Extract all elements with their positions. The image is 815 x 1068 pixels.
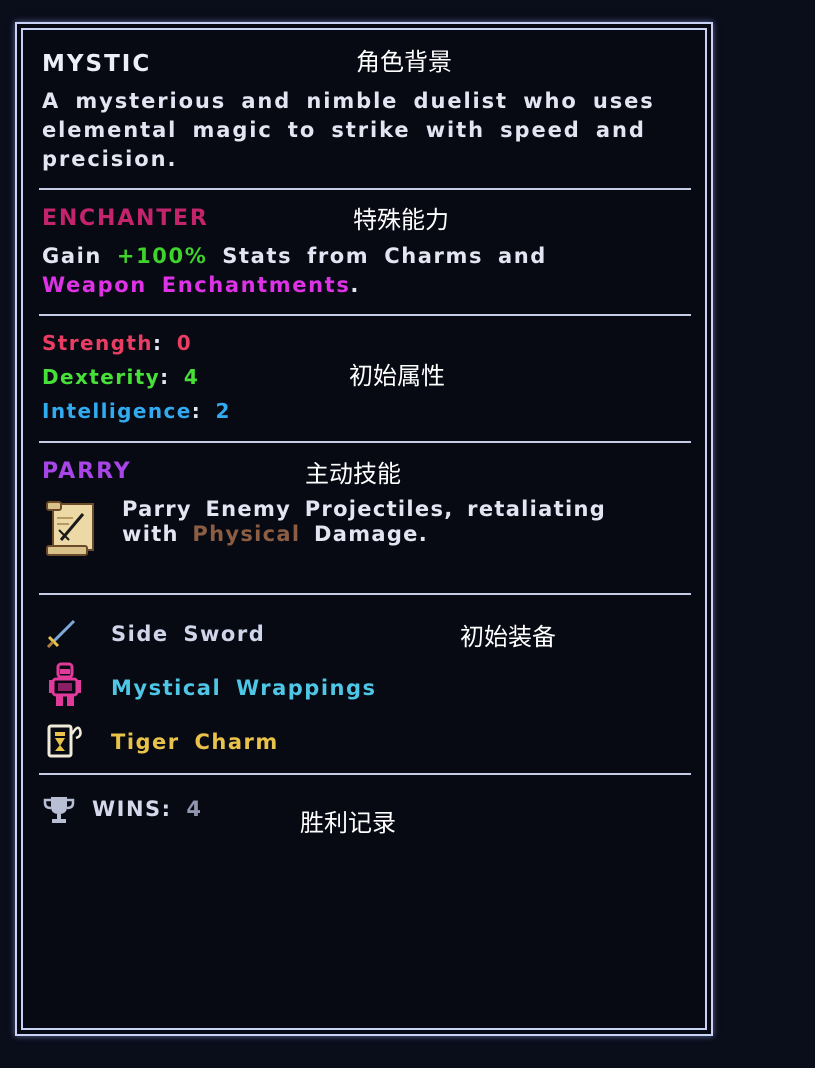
section-divider bbox=[39, 441, 691, 443]
stat-dexterity: Dexterity: 4 bbox=[42, 365, 199, 389]
equipment-item-tiger-charm[interactable]: Tiger Charm bbox=[111, 730, 279, 754]
stat-separator: : bbox=[191, 399, 202, 423]
skill-damage: Damage. bbox=[314, 522, 429, 546]
stat-separator: : bbox=[152, 331, 163, 355]
passive-highlight: Weapon Enchantments bbox=[42, 273, 351, 297]
section-divider bbox=[39, 773, 691, 775]
wins-counter: WINS: 4 bbox=[92, 797, 203, 821]
skill-with: with bbox=[122, 522, 179, 546]
stat-intelligence-value: 2 bbox=[215, 399, 231, 423]
stat-strength-value: 0 bbox=[176, 331, 193, 355]
skill-name: PARRY bbox=[42, 459, 132, 484]
stat-strength-label: Strength bbox=[42, 331, 153, 355]
skill-description-line-2: with Physical Damage. bbox=[122, 522, 428, 546]
passive-description-line-2: Weapon Enchantments. bbox=[42, 273, 360, 297]
annotation-starting-equipment: 初始装备 bbox=[460, 623, 556, 651]
stat-dexterity-label: Dexterity bbox=[42, 365, 161, 389]
passive-mid: Stats from Charms and bbox=[222, 244, 547, 268]
passive-bonus: +100% bbox=[116, 244, 208, 268]
character-description-line-2: elemental magic to strike with speed and bbox=[42, 118, 646, 142]
character-description-line-1: A mysterious and nimble duelist who uses bbox=[42, 89, 655, 113]
passive-name: ENCHANTER bbox=[42, 206, 209, 231]
scroll-icon bbox=[43, 500, 99, 558]
annotation-win-record: 胜利记录 bbox=[300, 809, 396, 837]
charm-icon bbox=[46, 720, 86, 760]
passive-pre: Gain bbox=[42, 244, 102, 268]
character-description-line-3: precision. bbox=[42, 147, 178, 171]
equipment-item-mystical-wrappings[interactable]: Mystical Wrappings bbox=[111, 676, 377, 700]
passive-description-line-1: Gain +100% Stats from Charms and bbox=[42, 244, 547, 268]
stat-dexterity-value: 4 bbox=[183, 365, 200, 389]
stat-intelligence-label: Intelligence bbox=[42, 399, 192, 423]
stat-strength: Strength: 0 bbox=[42, 331, 192, 355]
skill-description-line-1: Parry Enemy Projectiles, retaliating bbox=[122, 497, 607, 521]
character-name: MYSTIC bbox=[42, 51, 152, 77]
skill-damage-type: Physical bbox=[192, 522, 301, 546]
wins-label: WINS: bbox=[92, 797, 172, 821]
annotation-active-skill: 主动技能 bbox=[305, 460, 401, 488]
sword-icon bbox=[46, 617, 78, 649]
section-divider bbox=[39, 314, 691, 316]
section-divider bbox=[39, 188, 691, 190]
equipment-item-side-sword[interactable]: Side Sword bbox=[111, 622, 265, 646]
passive-end: . bbox=[350, 273, 360, 297]
stat-separator: : bbox=[160, 365, 170, 389]
stat-intelligence: Intelligence: 2 bbox=[42, 399, 231, 423]
annotation-background: 角色背景 bbox=[356, 48, 452, 76]
section-divider bbox=[39, 593, 691, 595]
wins-value: 4 bbox=[186, 797, 203, 821]
annotation-starting-attributes: 初始属性 bbox=[349, 362, 445, 390]
trophy-icon bbox=[42, 794, 76, 826]
annotation-special-ability: 特殊能力 bbox=[353, 206, 449, 234]
armor-icon bbox=[46, 662, 84, 708]
